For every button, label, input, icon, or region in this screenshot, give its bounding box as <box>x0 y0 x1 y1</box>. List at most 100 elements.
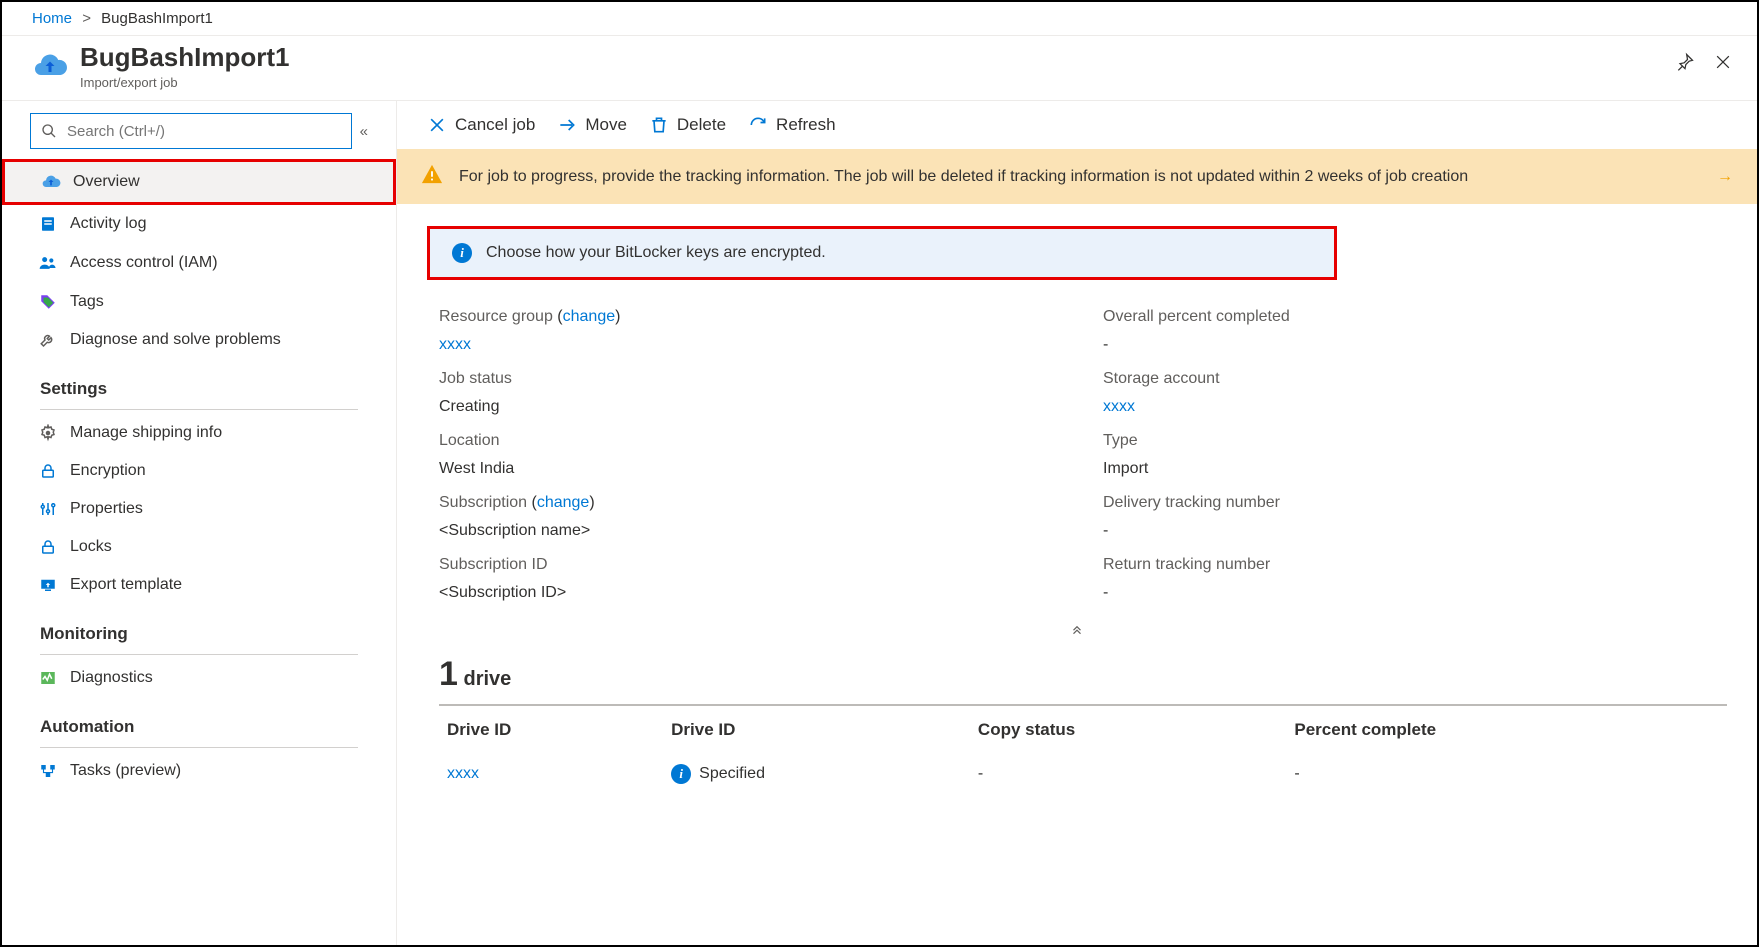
wrench-icon <box>38 331 58 349</box>
drives-section: 1 drive Drive ID Drive ID Copy status Pe… <box>397 647 1757 804</box>
cloud-icon <box>41 172 61 192</box>
delete-button[interactable]: Delete <box>649 115 726 135</box>
toolbar-label: Delete <box>677 115 726 135</box>
refresh-button[interactable]: Refresh <box>748 115 836 135</box>
sidebar-section-monitoring: Monitoring <box>2 604 396 650</box>
sidebar: « Overview Activity log Access control (… <box>2 101 397 945</box>
resource-group-value[interactable]: xxxx <box>439 336 1063 354</box>
log-icon <box>38 215 58 233</box>
prop-label-type: Type <box>1103 432 1727 450</box>
sidebar-item-iam[interactable]: Access control (IAM) <box>2 243 396 283</box>
sidebar-item-label: Export template <box>70 576 182 594</box>
warning-banner[interactable]: For job to progress, provide the trackin… <box>397 149 1757 204</box>
tags-icon <box>38 293 58 311</box>
sidebar-item-label: Properties <box>70 500 143 518</box>
drive-specified-text: Specified <box>699 765 765 783</box>
col-drive-id-2[interactable]: Drive ID <box>663 705 970 754</box>
sidebar-item-label: Overview <box>73 173 140 191</box>
sidebar-section-settings: Settings <box>2 359 396 405</box>
col-drive-id-1[interactable]: Drive ID <box>439 705 663 754</box>
return-tracking-value: - <box>1103 584 1727 602</box>
search-icon <box>41 123 57 139</box>
sidebar-item-activity-log[interactable]: Activity log <box>2 205 396 243</box>
sidebar-item-tasks[interactable]: Tasks (preview) <box>2 752 396 790</box>
cancel-job-button[interactable]: Cancel job <box>427 115 535 135</box>
lock-icon <box>38 538 58 556</box>
sliders-icon <box>38 500 58 518</box>
sidebar-item-diagnostics[interactable]: Diagnostics <box>2 659 396 697</box>
pin-icon[interactable] <box>1675 52 1695 75</box>
delivery-tracking-value: - <box>1103 522 1727 540</box>
main-content: Cancel job Move Delete Refresh For job t… <box>397 101 1757 945</box>
percent-completed-value: - <box>1103 336 1727 354</box>
info-banner-encryption[interactable]: i Choose how your BitLocker keys are enc… <box>427 226 1337 280</box>
people-icon <box>38 253 58 273</box>
table-row[interactable]: xxxx i Specified - - <box>439 754 1727 794</box>
export-icon <box>38 576 58 594</box>
divider <box>40 409 358 410</box>
drives-heading: 1 drive <box>439 655 1727 704</box>
page-subtitle: Import/export job <box>80 75 289 90</box>
arrow-right-icon <box>557 115 577 135</box>
change-resource-group-link[interactable]: change <box>563 308 616 325</box>
sidebar-item-tags[interactable]: Tags <box>2 283 396 321</box>
subscription-id-value: <Subscription ID> <box>439 584 1063 602</box>
info-icon: i <box>452 243 472 263</box>
sidebar-item-export-template[interactable]: Export template <box>2 566 396 604</box>
col-percent-complete[interactable]: Percent complete <box>1286 705 1727 754</box>
title-bar: BugBashImport1 Import/export job <box>2 36 1757 101</box>
sidebar-item-label: Locks <box>70 538 112 556</box>
subscription-value: <Subscription name> <box>439 522 1063 540</box>
sidebar-item-locks[interactable]: Locks <box>2 528 396 566</box>
drive-count: 1 <box>439 655 458 693</box>
warning-icon <box>421 163 443 190</box>
prop-label-resource-group: Resource group <box>439 308 553 325</box>
sidebar-item-label: Activity log <box>70 215 146 233</box>
close-icon[interactable] <box>1713 52 1733 75</box>
sidebar-item-label: Diagnose and solve problems <box>70 331 281 349</box>
toolbar-label: Move <box>585 115 627 135</box>
col-copy-status[interactable]: Copy status <box>970 705 1286 754</box>
toolbar-label: Refresh <box>776 115 836 135</box>
gear-icon <box>38 424 58 442</box>
sidebar-item-properties[interactable]: Properties <box>2 490 396 528</box>
collapse-sidebar-icon[interactable]: « <box>360 123 368 140</box>
sidebar-item-diagnose[interactable]: Diagnose and solve problems <box>2 321 396 359</box>
collapse-properties-toggle[interactable] <box>397 618 1757 647</box>
move-button[interactable]: Move <box>557 115 627 135</box>
breadcrumb-current: BugBashImport1 <box>101 10 213 27</box>
drive-id-link[interactable]: xxxx <box>447 765 479 782</box>
sidebar-item-label: Diagnostics <box>70 669 153 687</box>
breadcrumb-separator: > <box>82 10 91 27</box>
divider <box>40 654 358 655</box>
sidebar-item-shipping[interactable]: Manage shipping info <box>2 414 396 452</box>
prop-label-storage-account: Storage account <box>1103 370 1727 388</box>
location-value: West India <box>439 460 1063 478</box>
prop-label-return-tracking: Return tracking number <box>1103 556 1727 574</box>
drives-table: Drive ID Drive ID Copy status Percent co… <box>439 704 1727 794</box>
sidebar-item-encryption[interactable]: Encryption <box>2 452 396 490</box>
tasks-icon <box>38 762 58 780</box>
lock-icon <box>38 462 58 480</box>
change-subscription-link[interactable]: change <box>537 494 590 511</box>
storage-account-value[interactable]: xxxx <box>1103 398 1727 416</box>
page-title: BugBashImport1 <box>80 42 289 73</box>
sidebar-item-overview[interactable]: Overview <box>2 159 396 205</box>
percent-complete-value: - <box>1286 754 1727 794</box>
breadcrumb-home-link[interactable]: Home <box>32 10 72 27</box>
warning-text: For job to progress, provide the trackin… <box>459 168 1468 186</box>
properties-grid: Resource group (change) xxxx Job status … <box>397 280 1757 618</box>
sidebar-item-label: Tags <box>70 293 104 311</box>
type-value: Import <box>1103 460 1727 478</box>
divider <box>40 747 358 748</box>
search-input-wrapper[interactable] <box>30 113 352 149</box>
prop-label-subscription-id: Subscription ID <box>439 556 1063 574</box>
trash-icon <box>649 115 669 135</box>
x-icon <box>427 115 447 135</box>
prop-label-subscription: Subscription <box>439 494 527 511</box>
sidebar-item-label: Access control (IAM) <box>70 254 218 272</box>
arrow-right-icon: → <box>1717 168 1733 186</box>
prop-label-job-status: Job status <box>439 370 1063 388</box>
search-input[interactable] <box>65 122 341 141</box>
info-text: Choose how your BitLocker keys are encry… <box>486 244 826 262</box>
